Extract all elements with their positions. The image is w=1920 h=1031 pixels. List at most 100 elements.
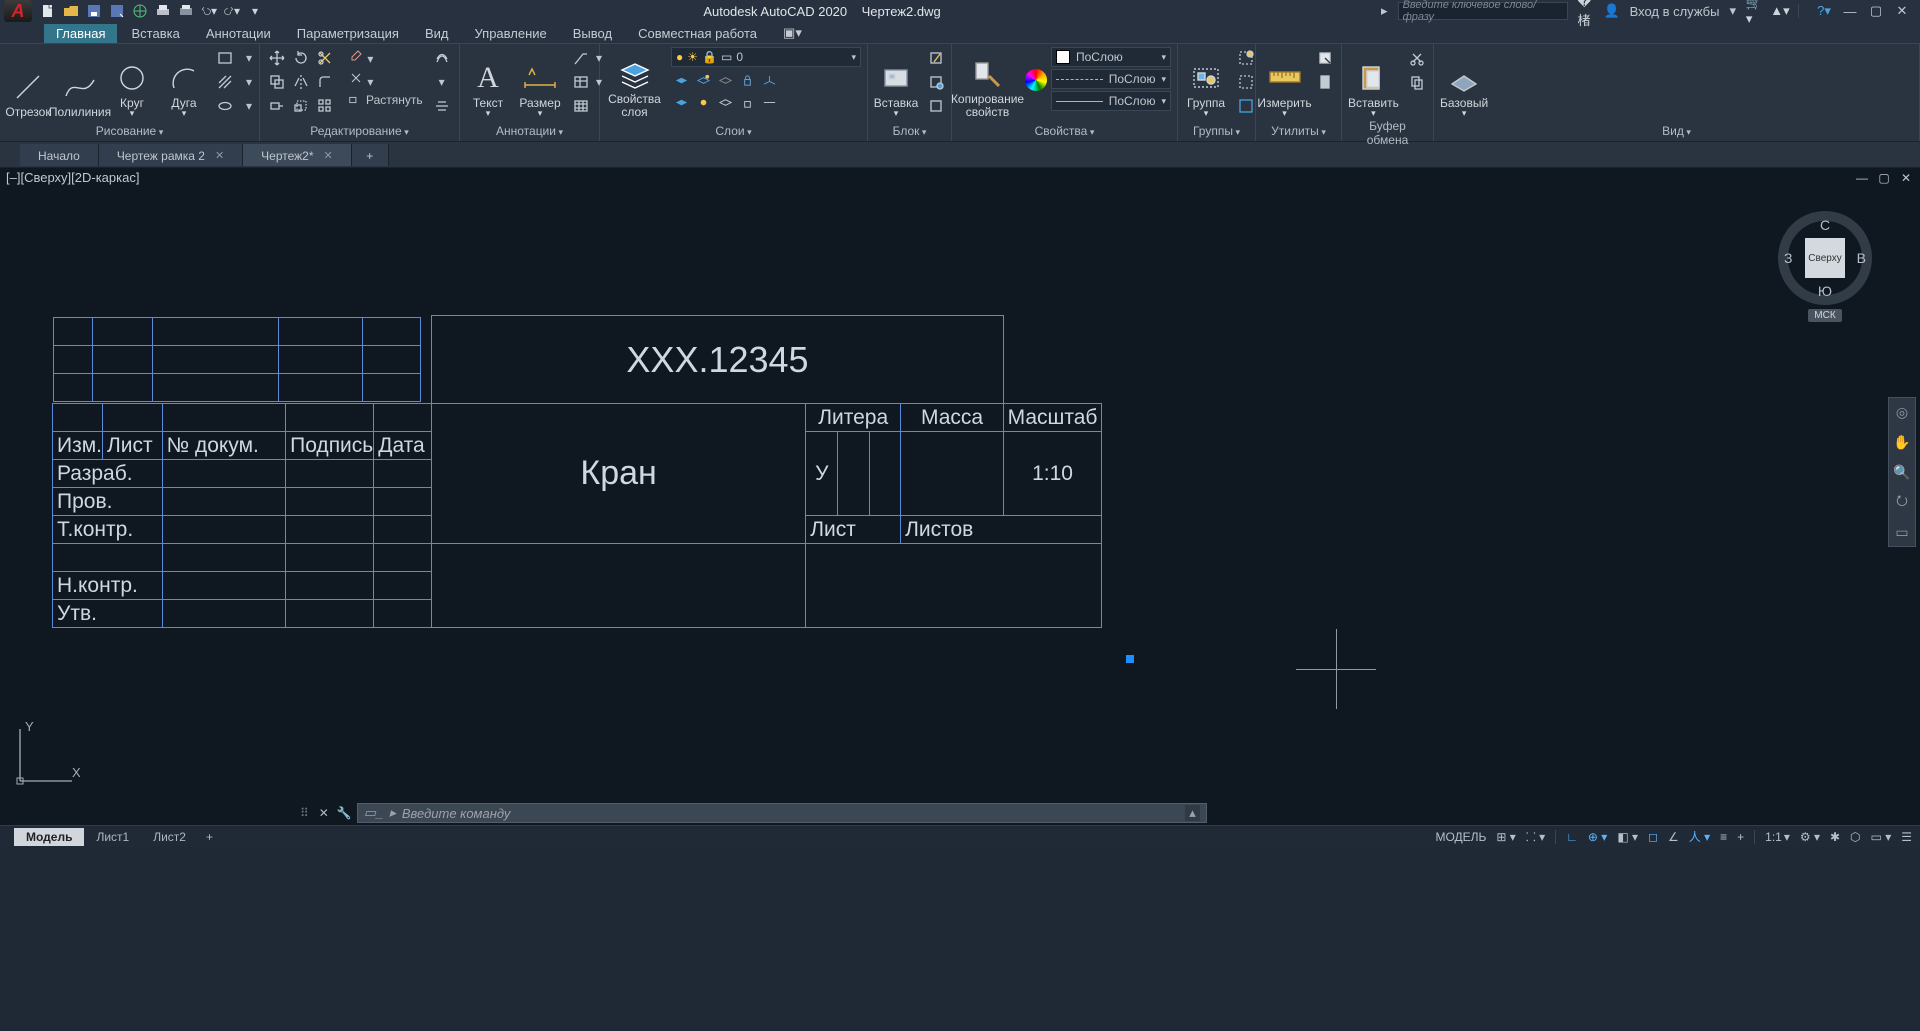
panel-view-title[interactable]: Вид <box>1662 124 1691 138</box>
status-grid-icon[interactable]: ⊞ ▾ <box>1496 830 1515 844</box>
status-ortho-icon[interactable]: ∟ <box>1566 830 1578 844</box>
panel-draw-title[interactable]: Рисование <box>96 124 163 138</box>
trim-icon[interactable] <box>314 47 336 69</box>
array-icon[interactable] <box>314 95 336 117</box>
status-gear-icon[interactable]: ⚙ ▾ <box>1800 830 1820 844</box>
tab-view[interactable]: Вид <box>413 24 461 43</box>
cmd-config-icon[interactable]: 🔧 <box>337 806 351 820</box>
help-icon[interactable]: ?▾ <box>1816 3 1832 19</box>
tab-param[interactable]: Параметризация <box>285 24 411 43</box>
panel-layers-title[interactable]: Слои <box>715 124 751 138</box>
lineweight-combo[interactable]: ПоСлою▾ <box>1051 69 1171 89</box>
status-dynucs-icon[interactable]: 人 ▾ <box>1689 828 1710 845</box>
saveas-icon[interactable] <box>109 3 125 19</box>
group-bb-icon[interactable] <box>1236 95 1256 117</box>
leader-icon[interactable] <box>570 47 592 69</box>
status-scale[interactable]: 1:1 ▾ <box>1765 830 1790 844</box>
layunlock-icon[interactable] <box>737 92 757 112</box>
arc-button[interactable]: Дуга▾ <box>162 47 206 119</box>
rotate-icon[interactable] <box>290 47 312 69</box>
status-otrack-icon[interactable]: ∠ <box>1668 830 1679 844</box>
line-button[interactable]: Отрезок <box>6 47 50 119</box>
group-button[interactable]: Группа▾ <box>1184 47 1228 119</box>
cmd-close-icon[interactable]: ✕ <box>317 806 331 820</box>
polyline-button[interactable]: Полилиния <box>58 47 102 119</box>
viewport-label[interactable]: [–][Сверху][2D-каркас] <box>6 170 139 185</box>
layer-props-button[interactable]: Свойства слоя <box>606 47 663 119</box>
open-icon[interactable] <box>63 3 79 19</box>
dim-button[interactable]: Размер▾ <box>518 47 562 119</box>
search-input[interactable]: Введите ключевое слово/фразу <box>1398 2 1568 20</box>
a360-icon[interactable]: ▲▾ <box>1772 3 1788 19</box>
erase-icon[interactable]: ▾ <box>348 47 423 66</box>
panel-block-title[interactable]: Блок <box>893 124 927 138</box>
explode-icon[interactable]: ▾ <box>348 70 423 89</box>
doctab-start[interactable]: Начало <box>20 144 99 166</box>
command-input[interactable]: ▭_ ▸ Введите команду ▴ <box>357 803 1207 823</box>
undo-icon[interactable]: ▾ <box>201 3 217 19</box>
connectivity-icon[interactable]: �楮 <box>1578 3 1594 19</box>
tab-insert[interactable]: Вставка <box>119 24 191 43</box>
measure-button[interactable]: Измерить▾ <box>1262 47 1307 119</box>
status-custom-icon[interactable]: ☰ <box>1901 830 1912 844</box>
viewcube-e[interactable]: В <box>1857 250 1866 266</box>
ungroup-icon[interactable] <box>1236 47 1256 69</box>
mirror-icon[interactable] <box>290 71 312 93</box>
close-icon[interactable]: ✕ <box>324 149 333 162</box>
scale-icon[interactable] <box>290 95 312 117</box>
hatch-icon[interactable] <box>214 71 236 93</box>
table-ann-icon[interactable] <box>570 71 592 93</box>
close-button[interactable]: ✕ <box>1894 3 1910 19</box>
cart-icon[interactable]: 🛒▾ <box>1746 3 1762 19</box>
layon-icon[interactable] <box>671 92 691 112</box>
layout-sheet2[interactable]: Лист2 <box>141 828 198 846</box>
linetype-combo[interactable]: ПоСлою▾ <box>1051 91 1171 111</box>
select-icon[interactable] <box>1315 47 1335 69</box>
wcs-label[interactable]: МСК <box>1808 309 1841 322</box>
align-icon[interactable] <box>431 95 453 117</box>
doctab-new[interactable]: + <box>352 144 389 166</box>
layout-sheet1[interactable]: Лист1 <box>84 828 141 846</box>
search-trigger-icon[interactable]: ▸ <box>1381 3 1388 19</box>
status-snap-icon[interactable]: ⸬ ▾ <box>1526 828 1545 845</box>
close-icon[interactable]: ✕ <box>215 149 224 162</box>
insert-block-button[interactable]: Вставка▾ <box>874 47 918 119</box>
redo-icon[interactable]: ▾ <box>224 3 240 19</box>
doctab-current[interactable]: Чертеж2*✕ <box>243 144 352 166</box>
status-ws-icon[interactable]: ▭ ▾ <box>1871 830 1892 844</box>
layer-combo[interactable]: ● ☀ 🔒 ▭ 0 ▾ <box>671 47 861 67</box>
vp-minimize[interactable]: — <box>1854 171 1870 185</box>
panel-groups-title[interactable]: Группы <box>1193 124 1240 138</box>
layuniso-icon[interactable] <box>715 92 735 112</box>
print-icon[interactable] <box>178 3 194 19</box>
vp-restore[interactable]: ▢ <box>1876 171 1892 185</box>
viewcube-face[interactable]: Сверху <box>1805 238 1845 278</box>
stretch-label-button[interactable]: Растянуть <box>348 93 423 107</box>
offset-icon[interactable] <box>431 47 453 69</box>
status-model[interactable]: МОДЕЛЬ <box>1435 830 1486 844</box>
tab-output[interactable]: Вывод <box>561 24 624 43</box>
cmd-history-icon[interactable]: ▴ <box>1185 805 1200 821</box>
tab-featured-apps[interactable]: ▣▾ <box>771 23 814 43</box>
cut-icon[interactable] <box>1407 47 1427 69</box>
edit-block-icon[interactable] <box>926 71 946 93</box>
rectangle-icon[interactable] <box>214 47 236 69</box>
panel-anno-title[interactable]: Аннотации <box>496 124 563 138</box>
nav-pan-icon[interactable]: ✋ <box>1892 432 1912 452</box>
nav-orbit-icon[interactable]: ⭮ <box>1892 492 1912 512</box>
save-icon[interactable] <box>86 3 102 19</box>
nav-wheel-icon[interactable]: ◎ <box>1892 402 1912 422</box>
circle-button[interactable]: Круг▾ <box>110 47 154 119</box>
layiso-icon[interactable] <box>671 70 691 90</box>
layout-model[interactable]: Модель <box>14 828 84 846</box>
selection-grip[interactable] <box>1126 655 1134 663</box>
panel-clip-title[interactable]: Буфер обмена <box>1367 119 1409 147</box>
minimize-button[interactable]: — <box>1842 4 1858 19</box>
color-wheel-icon[interactable] <box>1025 69 1047 91</box>
status-osnap-icon[interactable]: ◻ <box>1648 830 1658 844</box>
calc-icon[interactable] <box>1315 71 1335 93</box>
user-icon[interactable]: 👤 <box>1604 3 1620 19</box>
cmd-handle-icon[interactable]: ⠿ <box>300 806 311 820</box>
qat-dropdown-icon[interactable]: ▾ <box>247 3 263 19</box>
baseview-button[interactable]: Базовый▾ <box>1440 47 1488 119</box>
